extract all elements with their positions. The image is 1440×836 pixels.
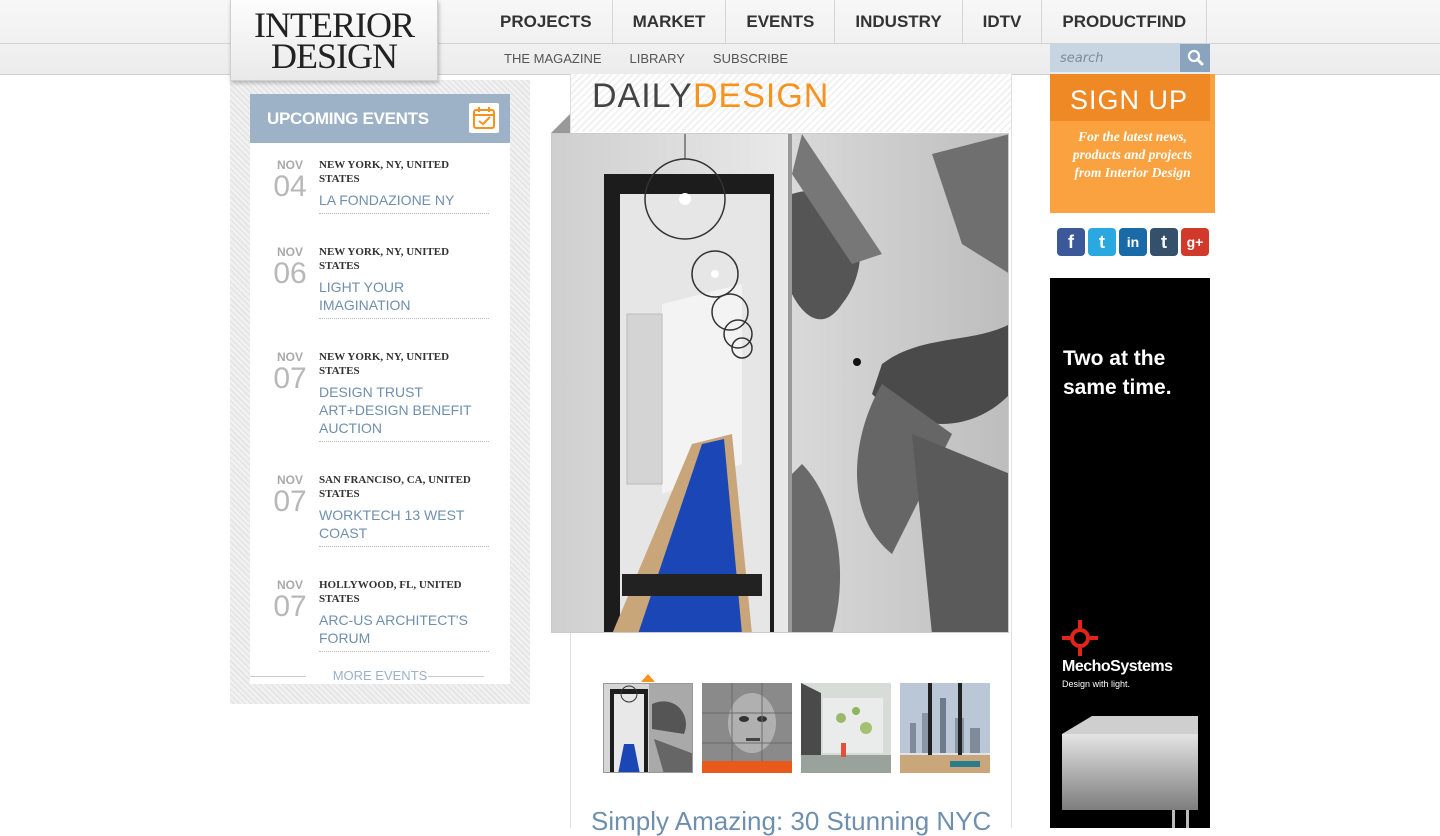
logo-line1: INTERIOR (254, 5, 415, 45)
tumblr-icon[interactable]: t (1150, 228, 1178, 256)
event-day: 07 (273, 362, 307, 395)
search-box (1050, 44, 1210, 72)
subnav-the-magazine[interactable]: THE MAGAZINE (490, 44, 616, 73)
events-title: UPCOMING EVENTS (267, 109, 429, 128)
main-nav: PROJECTS MARKET EVENTS INDUSTRY IDTV PRO… (480, 0, 1208, 43)
social-links: f t in t g+ (1057, 228, 1209, 256)
active-thumb-indicator (641, 674, 655, 682)
thumbnail-strip (603, 683, 990, 773)
event-link[interactable]: LA FONDAZIONE NY (319, 191, 489, 214)
event-day: 04 (273, 170, 307, 203)
nav-idtv[interactable]: IDTV (963, 0, 1043, 43)
ad-headline: Two at the same time. (1063, 347, 1172, 399)
thumbnail-1[interactable] (603, 683, 693, 773)
nav-projects[interactable]: PROJECTS (480, 0, 613, 43)
ad-tagline: Design with light. (1062, 679, 1131, 689)
event-location: HOLLYWOOD, FL, UNITED STATES (319, 579, 462, 605)
signup-box[interactable]: SIGN UP For the latest news, products an… (1050, 74, 1215, 213)
ad-brand: MechoSystems (1062, 658, 1173, 675)
sub-nav: THE MAGAZINE LIBRARY SUBSCRIBE (490, 44, 802, 73)
twitter-icon[interactable]: t (1088, 228, 1116, 256)
googleplus-icon[interactable]: g+ (1181, 228, 1209, 256)
mechosystems-logo-icon (1062, 620, 1098, 656)
search-input[interactable] (1050, 44, 1174, 72)
signup-text: For the latest news, products and projec… (1072, 129, 1193, 180)
thumbnail-3[interactable] (801, 683, 891, 773)
events-sidebar: UPCOMING EVENTS NOV 04 NEW YORK, NY, UNI… (230, 80, 530, 704)
ad-product-image (1062, 716, 1198, 828)
linkedin-icon[interactable]: in (1119, 228, 1147, 256)
signup-title: SIGN UP (1070, 85, 1189, 115)
subnav-subscribe[interactable]: SUBSCRIBE (699, 44, 802, 73)
thumbnail-2[interactable] (702, 683, 792, 773)
subnav-library[interactable]: LIBRARY (616, 44, 699, 73)
nav-industry[interactable]: INDUSTRY (835, 0, 963, 43)
corner-fold (551, 114, 570, 133)
article-headline[interactable]: Simply Amazing: 30 Stunning NYC (591, 806, 1001, 836)
more-events-link[interactable]: MORE EVENTS (250, 668, 510, 683)
event-link[interactable]: LIGHT YOUR IMAGINATION (319, 278, 489, 319)
search-icon (1187, 49, 1204, 66)
event-day: 07 (273, 485, 307, 518)
search-button[interactable] (1180, 44, 1210, 72)
daily-design-header: DAILY DESIGN (571, 74, 1011, 132)
daily-title-part1: DAILY (592, 77, 693, 115)
events-panel: UPCOMING EVENTS NOV 04 NEW YORK, NY, UNI… (250, 94, 510, 684)
nav-productfind[interactable]: PRODUCTFIND (1042, 0, 1208, 43)
nav-events[interactable]: EVENTS (726, 0, 836, 43)
calendar-icon[interactable] (469, 103, 499, 133)
top-header: PROJECTS MARKET EVENTS INDUSTRY IDTV PRO… (0, 0, 1440, 75)
event-location: NEW YORK, NY, UNITED STATES (319, 351, 450, 377)
daily-title-part2: DESIGN (693, 77, 830, 115)
mechosystems-ad[interactable]: Two at the same time. MechoSystems Desig… (1050, 278, 1210, 828)
thumbnail-4[interactable] (900, 683, 990, 773)
event-day: 07 (273, 590, 307, 623)
nav-market[interactable]: MARKET (613, 0, 727, 43)
site-logo[interactable]: INTERIOR DESIGN (230, 0, 438, 81)
event-location: NEW YORK, NY, UNITED STATES (319, 246, 450, 272)
event-location: SAN FRANCISO, CA, UNITED STATES (319, 474, 471, 500)
event-link[interactable]: ARC-US ARCHITECT'S FORUM (319, 611, 489, 652)
events-header: UPCOMING EVENTS (250, 94, 510, 143)
hero-image[interactable] (551, 133, 1009, 633)
facebook-icon[interactable]: f (1057, 228, 1085, 256)
event-link[interactable]: WORKTECH 13 WEST COAST (319, 506, 489, 547)
event-link[interactable]: DESIGN TRUST ART+DESIGN BENEFIT AUCTION (319, 383, 489, 442)
event-location: NEW YORK, NY, UNITED STATES (319, 159, 450, 185)
event-day: 06 (273, 257, 307, 290)
